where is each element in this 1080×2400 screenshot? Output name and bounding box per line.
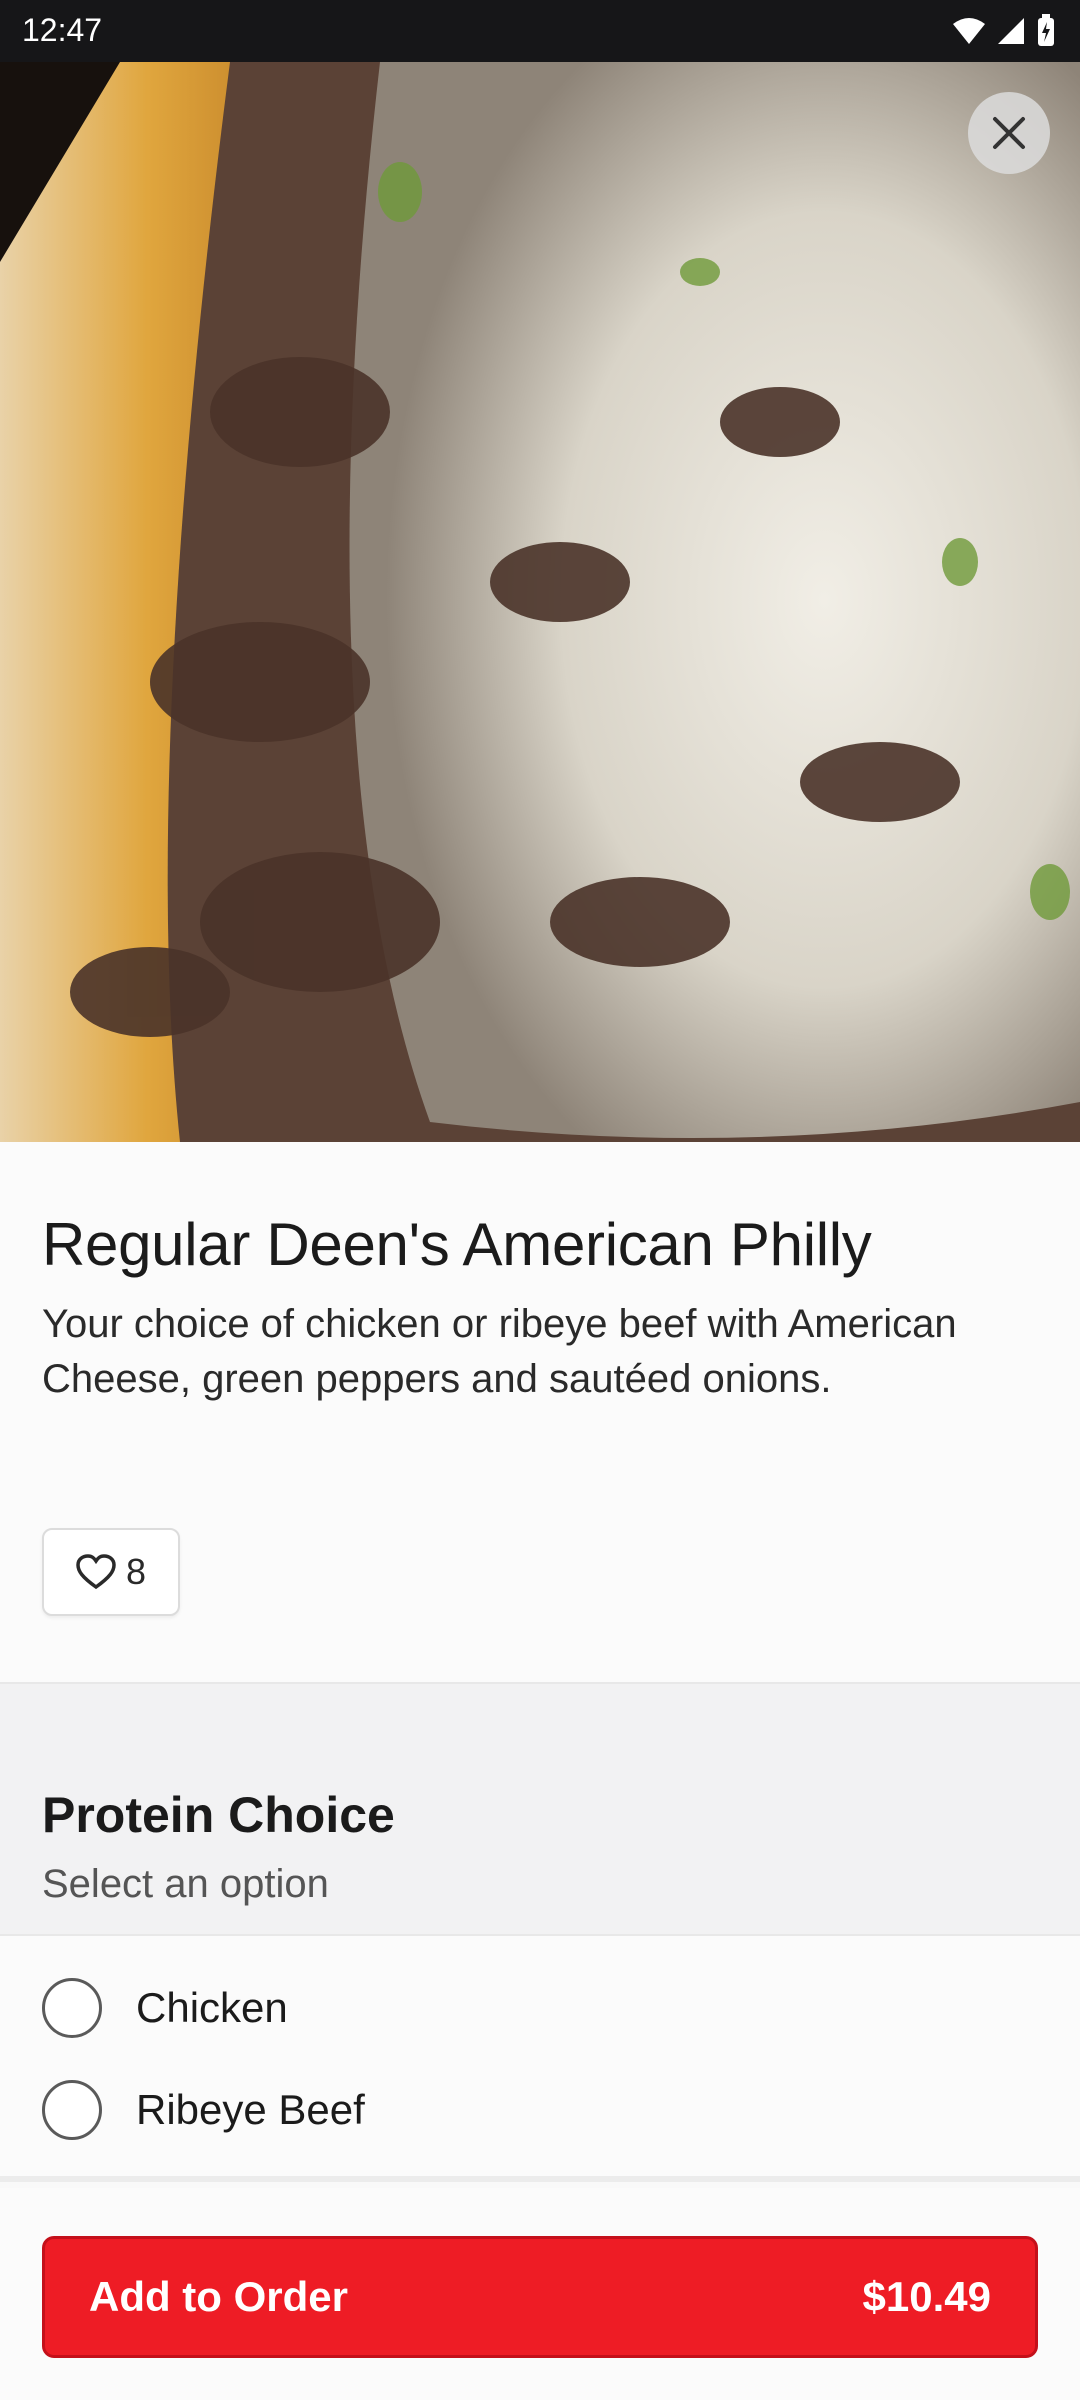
add-to-order-label: Add to Order <box>89 2273 348 2320</box>
price-label: $10.49 <box>862 2273 991 2320</box>
status-time: 12:47 <box>22 12 103 48</box>
add-to-order-button[interactable]: Add to Order $10.49 <box>42 2236 1038 2358</box>
protein-section-header: Protein Choice Select an option <box>0 1682 1080 1936</box>
section-subtitle: Select an option <box>42 1862 329 1906</box>
status-icons <box>952 14 1056 48</box>
option-label: Chicken <box>136 1984 288 2031</box>
radio-button[interactable] <box>42 1978 102 2038</box>
close-button[interactable] <box>968 92 1050 174</box>
item-title: Regular Deen's American Philly <box>42 1211 872 1278</box>
item-info: Regular Deen's American Philly Your choi… <box>0 1142 1080 1682</box>
option-chicken[interactable]: Chicken <box>42 1978 288 2038</box>
bottom-bar: Add to Order $10.49 <box>0 2188 1080 2400</box>
status-bar: 12:47 <box>0 0 1080 62</box>
philly-sandwich-image <box>0 62 1080 1142</box>
radio-button[interactable] <box>42 2080 102 2140</box>
option-label: Ribeye Beef <box>136 2086 365 2133</box>
section-title: Protein Choice <box>42 1787 395 1843</box>
wifi-icon <box>953 18 985 44</box>
battery-icon <box>1038 14 1054 46</box>
close-icon <box>993 117 1025 149</box>
option-ribeye-beef[interactable]: Ribeye Beef <box>42 2080 365 2140</box>
item-photo <box>0 62 1080 1142</box>
signal-icon <box>998 18 1024 44</box>
favorite-button[interactable]: 8 <box>42 1528 180 1616</box>
item-description: Your choice of chicken or ribeye beef wi… <box>42 1302 957 1401</box>
heart-icon <box>76 1554 116 1590</box>
favorite-count: 8 <box>125 1551 147 1592</box>
protein-options: Chicken Ribeye Beef <box>0 1936 1080 2182</box>
